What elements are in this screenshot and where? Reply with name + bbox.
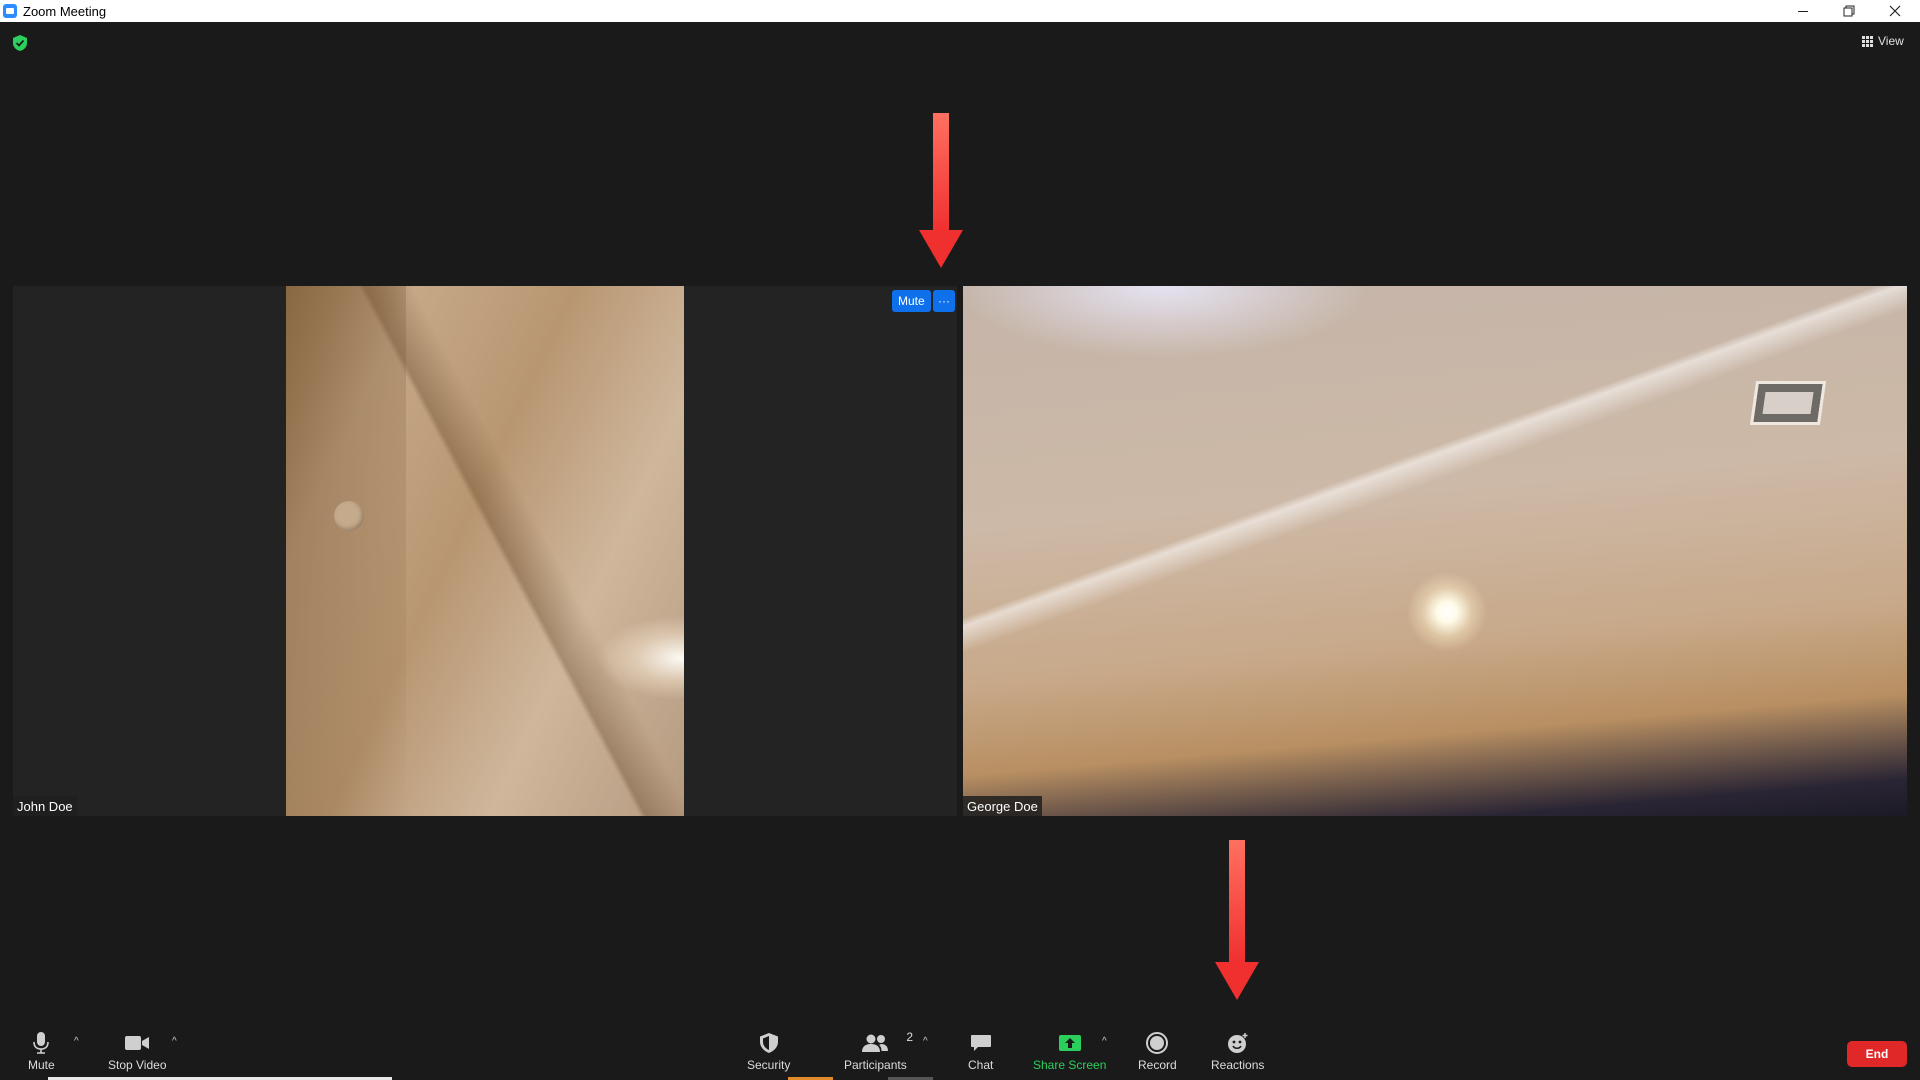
grid-view-icon xyxy=(1862,35,1873,47)
share-screen-button[interactable]: Share Screen xyxy=(1033,1030,1106,1072)
participants-label: Participants xyxy=(844,1058,907,1072)
video-tile-john[interactable]: Mute ··· John Doe xyxy=(13,286,957,816)
stop-video-button[interactable]: Stop Video xyxy=(108,1030,167,1072)
mute-label: Mute xyxy=(28,1058,55,1072)
reactions-button[interactable]: Reactions xyxy=(1211,1030,1264,1072)
window-title: Zoom Meeting xyxy=(23,3,107,19)
record-button[interactable]: Record xyxy=(1138,1030,1177,1072)
zoom-app-icon xyxy=(3,4,17,18)
restore-button[interactable] xyxy=(1826,0,1872,22)
minimize-button[interactable] xyxy=(1780,0,1826,22)
annotation-arrow-shaft xyxy=(933,113,949,233)
participant-mute-button[interactable]: Mute xyxy=(892,290,931,312)
record-icon xyxy=(1146,1032,1169,1054)
video-camera-icon xyxy=(125,1036,150,1050)
share-options-caret[interactable]: ^ xyxy=(1102,1036,1107,1047)
security-button[interactable]: Security xyxy=(747,1030,790,1072)
participant-name-tag: George Doe xyxy=(963,796,1042,816)
reactions-label: Reactions xyxy=(1211,1058,1265,1072)
george-video-feed xyxy=(963,286,1907,816)
video-options-caret[interactable]: ^ xyxy=(172,1036,177,1047)
participants-icon xyxy=(862,1034,889,1052)
chat-button[interactable]: Chat xyxy=(968,1030,993,1072)
shield-icon[interactable] xyxy=(12,34,28,52)
annotation-arrow-head xyxy=(919,230,963,268)
chat-label: Chat xyxy=(968,1058,994,1072)
meeting-toolbar: Mute ^ Stop Video ^ Security 2 Participa… xyxy=(0,1020,1920,1080)
close-icon xyxy=(1889,5,1901,17)
participant-more-button[interactable]: ··· xyxy=(933,290,955,312)
window-titlebar: Zoom Meeting xyxy=(0,0,1920,22)
security-shield-icon xyxy=(759,1033,778,1053)
reactions-icon xyxy=(1227,1033,1248,1053)
john-video-feed xyxy=(286,286,684,816)
participants-button[interactable]: 2 Participants xyxy=(844,1030,913,1072)
annotation-arrow-head xyxy=(1215,962,1259,1000)
share-screen-label: Share Screen xyxy=(1033,1058,1107,1072)
restore-icon xyxy=(1843,5,1855,17)
stop-video-label: Stop Video xyxy=(108,1058,167,1072)
microphone-icon xyxy=(33,1032,50,1054)
chat-icon xyxy=(970,1035,991,1051)
end-meeting-button[interactable]: End xyxy=(1847,1041,1907,1067)
participants-options-caret[interactable]: ^ xyxy=(923,1036,928,1047)
annotation-arrow-shaft xyxy=(1229,840,1245,965)
audio-options-caret[interactable]: ^ xyxy=(74,1036,79,1047)
participants-count: 2 xyxy=(906,1030,914,1044)
share-screen-icon xyxy=(1058,1035,1081,1051)
video-tile-george[interactable]: George Doe xyxy=(963,286,1907,816)
close-button[interactable] xyxy=(1872,0,1918,22)
view-label: View xyxy=(1878,34,1904,48)
security-label: Security xyxy=(747,1058,791,1072)
mute-button[interactable]: Mute xyxy=(28,1030,55,1072)
view-button[interactable]: View xyxy=(1862,34,1904,48)
record-label: Record xyxy=(1138,1058,1177,1072)
participant-name-tag: John Doe xyxy=(13,796,77,816)
